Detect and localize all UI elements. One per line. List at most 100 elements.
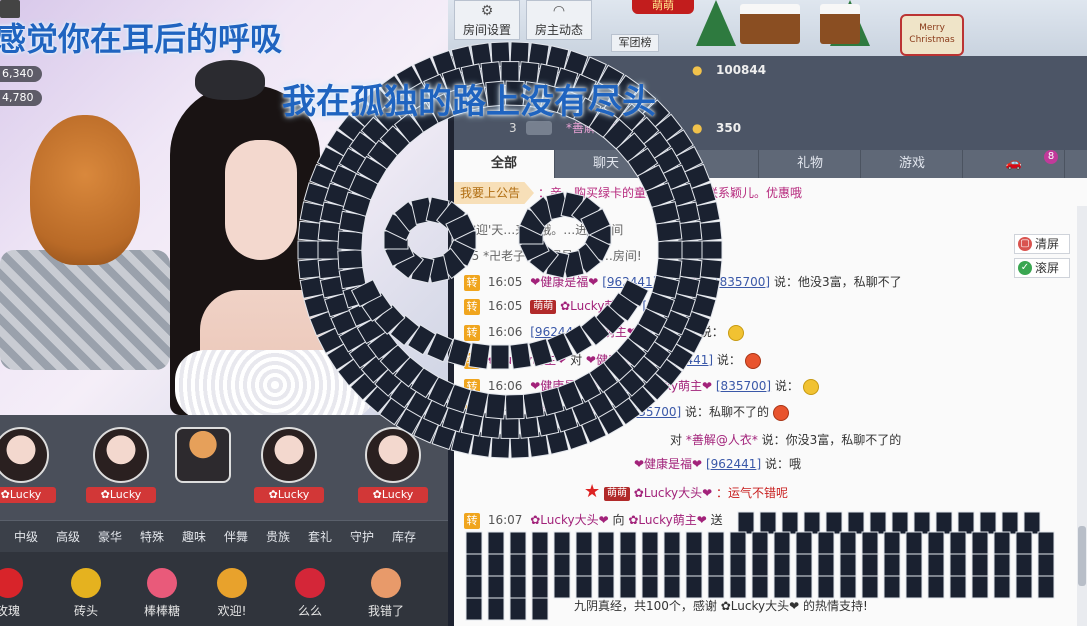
- gift-card: [487, 597, 505, 621]
- brick-icon: [71, 568, 101, 598]
- gift-card: [487, 575, 505, 599]
- coin-icon: ●: [692, 63, 703, 77]
- gift-card: [927, 531, 945, 555]
- gift-card: [927, 575, 945, 599]
- gift-card: [1037, 553, 1055, 577]
- gift-card: [817, 553, 835, 577]
- gift-card: [817, 575, 835, 599]
- house-icon: [820, 4, 860, 44]
- guard-item[interactable]: ✿Lucky: [0, 427, 56, 515]
- gift-tab[interactable]: 库存: [386, 521, 422, 553]
- gift-card: [737, 511, 755, 535]
- gift-card: [839, 553, 857, 577]
- room-settings-button[interactable]: ⚙ 房间设置: [454, 0, 520, 40]
- gift-card: [531, 553, 549, 577]
- guard-item[interactable]: ✿Lucky: [358, 427, 428, 515]
- sofa-cushion: [0, 250, 170, 370]
- gift-card: [993, 531, 1011, 555]
- gift-card: [795, 531, 813, 555]
- gift-card: [597, 575, 615, 599]
- gift-card: [751, 553, 769, 577]
- hair-bow: [195, 60, 265, 100]
- gift-item[interactable]: 我错了: [356, 568, 416, 626]
- gift-tab[interactable]: 贵族: [260, 521, 296, 553]
- gift-card-grid: [465, 511, 1055, 621]
- gift-card: [1015, 553, 1033, 577]
- gift-card: [1037, 575, 1055, 599]
- gift-item[interactable]: 玫瑰: [0, 568, 38, 626]
- gift-card: [927, 553, 945, 577]
- gift-tab[interactable]: 特殊: [134, 521, 170, 553]
- gift-card: [619, 531, 637, 555]
- gift-item[interactable]: 砖头: [56, 568, 116, 626]
- gear-icon: ⚙: [480, 3, 494, 19]
- gift-card: [707, 575, 725, 599]
- gift-card: [949, 531, 967, 555]
- gift-tab[interactable]: 中级: [8, 521, 44, 553]
- gift-card: [487, 531, 505, 555]
- chat-scrollbar[interactable]: [1077, 206, 1087, 626]
- gift-tab[interactable]: 高级: [50, 521, 86, 553]
- gift-card: [971, 575, 989, 599]
- avatar: [261, 427, 317, 483]
- gift-card: [869, 511, 887, 535]
- gift-card: [641, 531, 659, 555]
- gift-card: [729, 553, 747, 577]
- viewer-count: 6,340: [0, 66, 42, 82]
- gift-card: [883, 575, 901, 599]
- gift-card: [993, 575, 1011, 599]
- top-bar: ⚙ 房间设置 ◠ 房主动态 军团榜 萌萌 Merry Christmas: [448, 0, 1087, 56]
- gift-tab[interactable]: 套礼: [302, 521, 338, 553]
- gift-card: [949, 553, 967, 577]
- gift-card: [913, 511, 931, 535]
- gift-item[interactable]: 棒棒糖: [132, 568, 192, 626]
- guard-item[interactable]: ✿Lucky: [254, 427, 324, 515]
- army-rank-tab[interactable]: 军团榜: [611, 34, 659, 52]
- scrollbar-thumb[interactable]: [1078, 526, 1086, 586]
- gift-tab[interactable]: 伴舞: [218, 521, 254, 553]
- gift-card: [817, 531, 835, 555]
- gift-label: 砖头: [73, 604, 98, 618]
- gift-card: [531, 597, 549, 621]
- guard-label: ✿Lucky: [358, 487, 428, 503]
- welcome-icon: [217, 568, 247, 598]
- gift-item[interactable]: 么么: [280, 568, 340, 626]
- gift-card: [839, 531, 857, 555]
- gift-tab[interactable]: 守护: [344, 521, 380, 553]
- owner-feed-label: 房主动态: [534, 23, 583, 37]
- gift-card: [971, 553, 989, 577]
- rank-value: 350: [716, 121, 742, 135]
- coin-icon: ●: [692, 121, 703, 135]
- live-video[interactable]: 6,340 4,780: [0, 0, 448, 415]
- lollipop-icon: [147, 568, 177, 598]
- gift-card: [597, 553, 615, 577]
- rose-icon: [0, 568, 23, 598]
- gift-card: [575, 575, 593, 599]
- gift-card: [905, 553, 923, 577]
- gift-card: [751, 575, 769, 599]
- gift-card: [905, 575, 923, 599]
- guard-item[interactable]: ✿Lucky: [86, 427, 156, 515]
- guard-item[interactable]: [168, 427, 238, 515]
- gift-tab[interactable]: 趣味: [176, 521, 212, 553]
- gift-card: [861, 531, 879, 555]
- gift-card: [641, 575, 659, 599]
- gift-card: [751, 531, 769, 555]
- gift-card: [1015, 575, 1033, 599]
- gift-card: [487, 553, 505, 577]
- gift-label: 欢迎!: [217, 604, 247, 618]
- gift-label: 我错了: [367, 604, 404, 618]
- avatar: [175, 427, 231, 483]
- gift-card: [707, 531, 725, 555]
- gift-tab[interactable]: 豪华: [92, 521, 128, 553]
- gift-card: [949, 575, 967, 599]
- gift-card: [891, 511, 909, 535]
- gift-card: [839, 575, 857, 599]
- gift-card: [971, 531, 989, 555]
- gift-card: [707, 553, 725, 577]
- gift-item[interactable]: 欢迎!: [202, 568, 262, 626]
- gift-card: [993, 553, 1011, 577]
- owner-feed-button[interactable]: ◠ 房主动态: [526, 0, 592, 40]
- teddy-bear: [30, 115, 140, 265]
- chat-panel: 全部 聊天 礼物 游戏 🚗 8 我要上公告 ：亲…购买绿卡的童鞋…充值或联系颖儿…: [454, 150, 1087, 626]
